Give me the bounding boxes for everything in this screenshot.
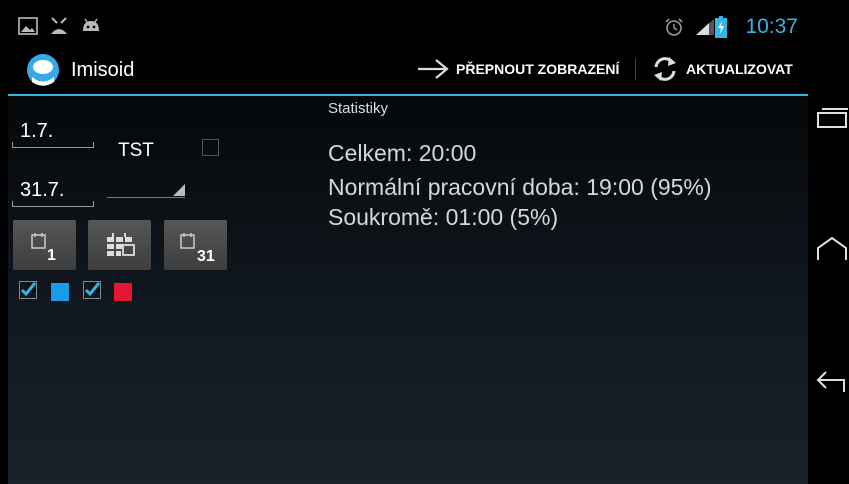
android-icon (80, 16, 102, 41)
recent-apps-icon[interactable] (814, 104, 848, 134)
stats-total: Celkem: 20:00 (328, 140, 477, 166)
switch-view-button[interactable]: PŘEPNOUT ZOBRAZENÍ (416, 44, 619, 94)
first-day-button[interactable]: 1 (13, 220, 76, 270)
home-icon[interactable] (814, 234, 848, 264)
action-bar: Imisoid PŘEPNOUT ZOBRAZENÍ AKTUALIZOVAT (8, 44, 808, 96)
dropdown-spinner[interactable] (107, 176, 185, 198)
date-to-field[interactable]: 31.7. (12, 167, 94, 207)
series-2-color-swatch (114, 283, 132, 301)
calendar-month-icon (107, 233, 135, 256)
tst-checkbox[interactable] (202, 139, 219, 156)
alarm-icon (664, 17, 684, 42)
status-bar: 10:37 (8, 10, 808, 44)
stats-private: Soukromě: 01:00 (5%) (328, 204, 559, 230)
back-icon[interactable] (814, 366, 848, 396)
date-from-value: 1.7. (20, 120, 54, 142)
stats-title: Statistiky (328, 100, 389, 117)
app-logo-icon[interactable] (26, 53, 60, 92)
calendar-day-icon (31, 233, 46, 249)
alert-icon (48, 16, 70, 41)
main-content: 1.7. 31.7. TST 1 31 Statistiky Celkem: 2… (8, 96, 808, 484)
refresh-label: AKTUALIZOVAT (686, 61, 793, 77)
month-button[interactable] (88, 220, 151, 270)
series-1-color-swatch (51, 283, 69, 301)
tst-label: TST (118, 140, 154, 161)
battery-icon (715, 16, 727, 43)
refresh-button[interactable]: AKTUALIZOVAT (650, 44, 793, 94)
action-divider (635, 58, 636, 80)
first-day-number: 1 (47, 247, 56, 264)
stats-normal: Normální pracovní doba: 19:00 (95%) (328, 174, 712, 200)
gallery-icon (18, 16, 38, 41)
last-day-number: 31 (197, 248, 215, 265)
series-2-checkbox[interactable] (83, 281, 101, 299)
switch-view-label: PŘEPNOUT ZOBRAZENÍ (456, 61, 620, 77)
refresh-icon (654, 57, 676, 81)
calendar-day-icon (180, 233, 195, 249)
dropdown-arrow-icon (173, 184, 185, 196)
last-day-button[interactable]: 31 (164, 220, 227, 270)
app-title: Imisoid (71, 59, 135, 81)
series-1-checkbox[interactable] (19, 281, 37, 299)
date-to-value: 31.7. (20, 179, 65, 201)
clock: 10:37 (745, 15, 798, 38)
signal-icon (695, 18, 715, 41)
arrow-right-icon (418, 59, 449, 79)
date-from-field[interactable]: 1.7. (12, 108, 94, 148)
device-screen: 10:37 Imisoid PŘEPNOUT ZOBRAZENÍ AKTUALI… (8, 10, 808, 484)
